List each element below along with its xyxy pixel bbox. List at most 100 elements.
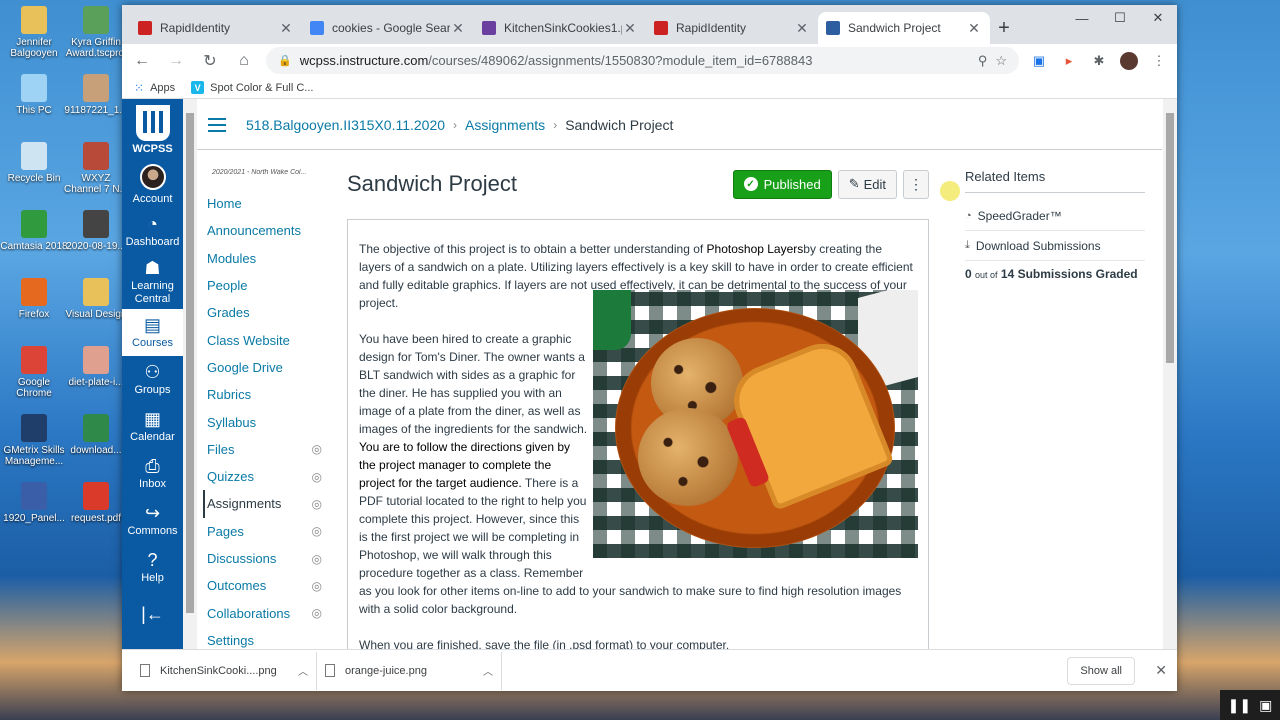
desktop-icon[interactable]: 1920_Panel... [0,482,68,524]
course-nav-label: Grades [207,305,250,321]
global-nav-account[interactable]: Account [122,161,183,208]
breadcrumb-current: Sandwich Project [565,117,674,133]
home-button[interactable]: ⌂ [232,49,256,73]
desktop-icon[interactable]: Jennifer Balgooyen [0,6,68,59]
zoom-icon[interactable]: ⚲ [978,53,988,69]
tab-close-icon[interactable]: ✕ [794,20,810,37]
global-nav-commons[interactable]: ↪ Commons [122,497,183,544]
extension-icon[interactable]: ▣ [1029,51,1049,71]
address-bar[interactable]: 🔒 wcpss.instructure.com/courses/489062/a… [266,47,1019,74]
course-nav-modules[interactable]: Modules [207,245,322,272]
forward-button[interactable]: → [164,49,188,73]
course-nav-people[interactable]: People [207,272,322,299]
desktop-icon[interactable]: GMetrix Skills Manageme... [0,414,68,467]
course-nav-quizzes[interactable]: Quizzes ◎ [207,463,322,490]
course-nav-collaborations[interactable]: Collaborations ◎ [207,599,322,626]
global-nav-help[interactable]: ? Help [122,544,183,591]
download-item[interactable]: orange-juice.png ︿ [317,651,502,690]
desktop-icon[interactable]: Recycle Bin [0,142,68,184]
chevron-up-icon[interactable]: ︿ [483,663,493,678]
global-nav-inbox[interactable]: ⎙ Inbox [122,450,183,497]
course-nav-pages[interactable]: Pages ◎ [207,518,322,545]
screen-icon[interactable]: ▣ [1259,697,1272,714]
course-nav-home[interactable]: Home [207,190,322,217]
desktop-icon[interactable]: 2020-08-19... [62,210,130,252]
course-nav-files[interactable]: Files ◎ [207,436,322,463]
more-options-button[interactable]: ⋮ [903,169,929,199]
desktop-icon-label: Jennifer Balgooyen [10,37,58,59]
desktop-icon[interactable]: This PC [0,74,68,116]
soda-bottle-shape [593,290,631,350]
desktop-icon-label: download... [70,445,122,456]
browser-tab[interactable]: Sandwich Project ✕ [818,12,990,44]
tab-close-icon[interactable]: ✕ [450,20,466,37]
global-nav-groups[interactable]: ⚇ Groups [122,356,183,403]
tab-close-icon[interactable]: ✕ [966,20,982,37]
screen-recorder-controls[interactable]: ❚❚ ▣ [1220,690,1280,720]
chevron-up-icon[interactable]: ︿ [298,663,308,678]
bookmark-spot-color[interactable]: V Spot Color & Full C... [191,81,313,94]
bookmark-star-icon[interactable]: ☆ [995,53,1007,69]
nav-scrollbar[interactable] [183,99,197,655]
minimize-button[interactable]: — [1063,5,1101,31]
course-nav-syllabus[interactable]: Syllabus [207,408,322,435]
breadcrumb-assignments[interactable]: Assignments [465,117,545,133]
download-submissions-link[interactable]: ⤓ Download Submissions [965,231,1145,261]
lock-icon[interactable]: 🔒 [278,54,292,67]
desktop-icon[interactable]: Camtasia 2018 [0,210,68,252]
desktop-icon[interactable]: WXYZ Channel 7 N... [62,142,130,195]
extensions-puzzle-icon[interactable]: ✱ [1089,51,1109,71]
bookmark-apps[interactable]: ⁙ Apps [134,81,175,95]
photoshop-layers-link[interactable]: Photoshop Layers [707,242,804,256]
course-nav-assignments[interactable]: Assignments ◎ [203,490,322,518]
edit-button[interactable]: ✎ Edit [837,169,897,199]
profile-avatar[interactable] [1119,51,1139,71]
desktop-icon[interactable]: diet-plate-i... [62,346,130,388]
desktop-icon[interactable]: request.pdf [62,482,130,524]
desktop-icon[interactable]: Google Chrome [0,346,68,399]
course-nav-google-drive[interactable]: Google Drive [207,354,322,381]
wcpss-logo[interactable]: WCPSS [122,99,183,161]
global-nav-calendar[interactable]: ▦ Calendar [122,403,183,450]
speedgrader-link[interactable]: ◔ SpeedGrader™ [965,201,1145,231]
desktop-icon[interactable]: Kyra Griffin Award.tscproj [62,6,130,59]
browser-tab[interactable]: RapidIdentity ✕ [130,12,302,44]
global-nav-courses[interactable]: ▤ Courses [122,309,183,356]
file-icon [83,414,109,442]
browser-tab[interactable]: cookies - Google Search✕ [302,12,474,44]
course-nav-discussions[interactable]: Discussions ◎ [207,545,322,572]
browser-tab[interactable]: RapidIdentity ✕ [646,12,818,44]
global-nav-dashboard[interactable]: ◔ Dashboard [122,208,183,255]
course-nav-outcomes[interactable]: Outcomes ◎ [207,572,322,599]
new-tab-button[interactable]: + [990,12,1018,44]
download-item[interactable]: KitchenSinkCooki....png ︿ [132,651,317,690]
reload-button[interactable]: ↻ [198,49,222,73]
course-nav-rubrics[interactable]: Rubrics [207,381,322,408]
course-nav-announcements[interactable]: Announcements [207,217,322,244]
desktop-icon[interactable]: 91187221_1... [62,74,130,116]
desktop-icon[interactable]: Visual Design [62,278,130,320]
logo-text: WCPSS [132,143,173,155]
global-nav-learning-central[interactable]: ☗ Learning Central [122,255,183,309]
tab-close-icon[interactable]: ✕ [278,20,294,37]
screencast-icon[interactable]: ▸ [1059,51,1079,71]
breadcrumb-course[interactable]: 518.Balgooyen.II315X0.11.2020 [246,117,445,133]
published-button[interactable]: ✓ Published [732,169,832,199]
close-window-button[interactable]: ✕ [1139,5,1177,31]
show-all-downloads-button[interactable]: Show all [1067,657,1135,685]
hamburger-menu-icon[interactable] [208,118,226,132]
collapse-nav-button[interactable]: |← [122,591,183,638]
course-nav-grades[interactable]: Grades [207,299,322,326]
desktop-icon[interactable]: Firefox [0,278,68,320]
back-button[interactable]: ← [130,49,154,73]
course-nav-class-website[interactable]: Class Website [207,326,322,353]
maximize-button[interactable]: ☐ [1101,5,1139,31]
pause-icon[interactable]: ❚❚ [1228,697,1251,714]
course-term: 2020/2021 - North Wake Col... [212,169,307,176]
browser-tab[interactable]: KitchenSinkCookies1.png✕ [474,12,646,44]
chrome-menu-icon[interactable]: ⋮ [1149,51,1169,71]
desktop-icon[interactable]: download... [62,414,130,456]
page-scrollbar[interactable] [1163,99,1177,655]
close-downloads-icon[interactable]: ✕ [1155,662,1167,679]
tab-close-icon[interactable]: ✕ [622,20,638,37]
